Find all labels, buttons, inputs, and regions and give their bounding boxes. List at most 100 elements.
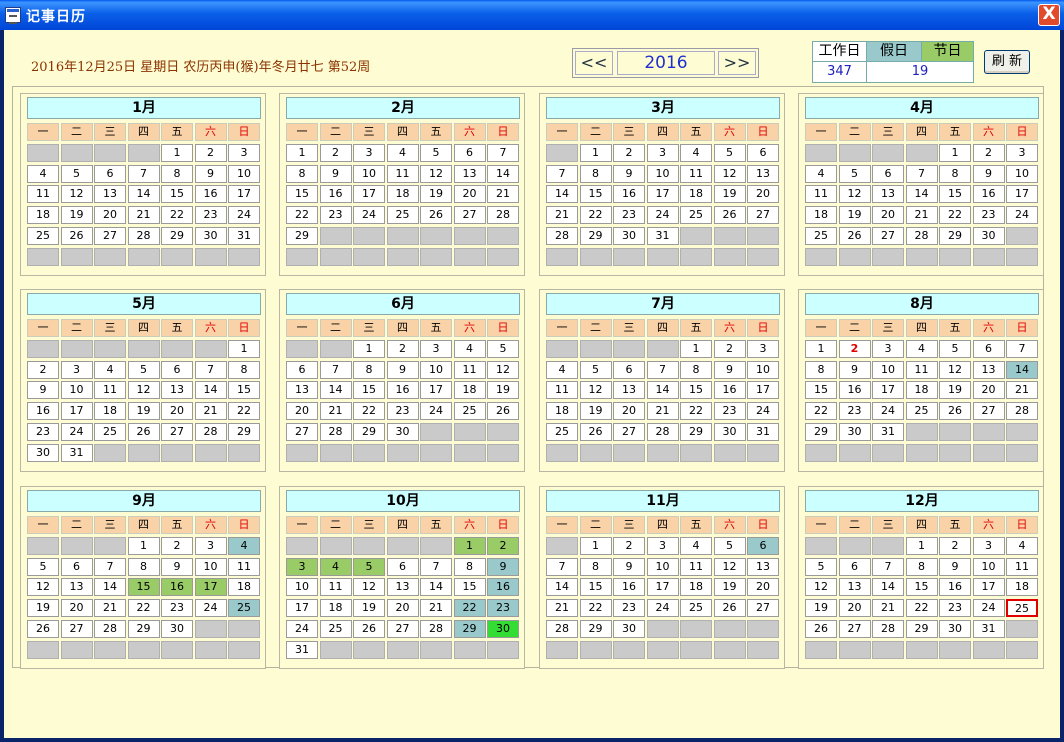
- day-cell[interactable]: 28: [194, 422, 227, 441]
- day-cell[interactable]: 18: [453, 381, 486, 400]
- day-cell[interactable]: 21: [546, 206, 578, 225]
- day-cell[interactable]: 22: [286, 206, 318, 225]
- day-cell[interactable]: 29: [228, 422, 260, 441]
- day-cell[interactable]: 3: [420, 340, 452, 358]
- day-cell[interactable]: 18: [680, 185, 712, 204]
- day-cell[interactable]: 7: [1006, 340, 1038, 358]
- day-cell[interactable]: 10: [646, 557, 679, 576]
- day-cell[interactable]: 20: [453, 185, 486, 204]
- day-cell[interactable]: 29: [805, 422, 837, 441]
- day-cell[interactable]: 18: [386, 185, 419, 204]
- day-cell[interactable]: 21: [546, 599, 578, 618]
- day-cell[interactable]: 19: [27, 599, 59, 618]
- day-cell[interactable]: 8: [579, 557, 612, 576]
- day-cell[interactable]: 7: [194, 360, 227, 379]
- day-cell[interactable]: 1: [939, 144, 971, 162]
- day-cell[interactable]: 6: [386, 557, 419, 576]
- day-cell[interactable]: 9: [319, 164, 352, 183]
- day-cell[interactable]: 3: [747, 340, 779, 358]
- day-cell[interactable]: 11: [680, 164, 712, 183]
- day-cell[interactable]: 28: [905, 226, 938, 245]
- day-cell[interactable]: 24: [60, 422, 93, 441]
- day-cell[interactable]: 22: [127, 599, 160, 618]
- day-cell[interactable]: 15: [579, 185, 612, 204]
- day-cell[interactable]: 5: [939, 340, 971, 358]
- day-cell[interactable]: 5: [713, 537, 746, 555]
- day-cell[interactable]: 26: [27, 619, 59, 638]
- day-cell[interactable]: 1: [680, 340, 712, 358]
- day-cell[interactable]: 31: [286, 640, 318, 659]
- day-cell[interactable]: 24: [420, 402, 452, 421]
- day-cell[interactable]: 8: [286, 164, 318, 183]
- day-cell[interactable]: 23: [161, 599, 193, 618]
- day-cell[interactable]: 9: [27, 381, 59, 400]
- day-cell[interactable]: 2: [194, 144, 227, 162]
- day-cell[interactable]: 11: [1006, 557, 1038, 576]
- day-cell[interactable]: 16: [319, 185, 352, 204]
- day-cell[interactable]: 15: [286, 185, 318, 204]
- day-cell[interactable]: 14: [646, 381, 679, 400]
- day-cell[interactable]: 26: [805, 619, 837, 638]
- day-cell[interactable]: 17: [646, 578, 679, 597]
- day-cell[interactable]: 11: [805, 185, 837, 204]
- day-cell[interactable]: 21: [1006, 381, 1038, 400]
- title-bar[interactable]: 记事日历 X: [0, 0, 1064, 30]
- close-button[interactable]: X: [1038, 4, 1060, 26]
- day-cell[interactable]: 2: [939, 537, 971, 555]
- day-cell[interactable]: 13: [161, 381, 193, 400]
- day-cell[interactable]: 4: [386, 144, 419, 162]
- day-cell[interactable]: 11: [546, 381, 578, 400]
- day-cell[interactable]: 12: [713, 557, 746, 576]
- day-cell[interactable]: 24: [194, 599, 227, 618]
- day-cell[interactable]: 19: [713, 185, 746, 204]
- day-cell[interactable]: 12: [127, 381, 160, 400]
- day-cell[interactable]: 25: [805, 226, 837, 245]
- day-cell[interactable]: 27: [838, 619, 871, 638]
- day-cell[interactable]: 12: [60, 185, 93, 204]
- day-cell[interactable]: 26: [420, 206, 452, 225]
- day-cell[interactable]: 26: [127, 422, 160, 441]
- day-cell[interactable]: 10: [286, 578, 318, 597]
- day-cell[interactable]: 18: [905, 381, 938, 400]
- day-cell[interactable]: 7: [127, 164, 160, 183]
- day-cell[interactable]: 2: [319, 144, 352, 162]
- day-cell[interactable]: 6: [161, 360, 193, 379]
- day-cell[interactable]: 6: [972, 340, 1005, 358]
- day-cell[interactable]: 24: [872, 402, 904, 421]
- day-cell[interactable]: 1: [579, 144, 612, 162]
- day-cell[interactable]: 26: [713, 599, 746, 618]
- day-cell[interactable]: 9: [939, 557, 971, 576]
- day-cell[interactable]: 17: [972, 578, 1005, 597]
- day-cell[interactable]: 25: [386, 206, 419, 225]
- day-cell[interactable]: 23: [319, 206, 352, 225]
- day-cell[interactable]: 20: [94, 206, 126, 225]
- day-cell[interactable]: 27: [161, 422, 193, 441]
- day-cell[interactable]: 16: [939, 578, 971, 597]
- day-cell[interactable]: 11: [94, 381, 126, 400]
- day-cell[interactable]: 11: [386, 164, 419, 183]
- day-cell[interactable]: 5: [713, 144, 746, 162]
- day-cell[interactable]: 25: [905, 402, 938, 421]
- day-cell[interactable]: 5: [353, 557, 385, 576]
- day-cell[interactable]: 22: [228, 402, 260, 421]
- day-cell[interactable]: 26: [838, 226, 871, 245]
- day-cell[interactable]: 23: [613, 206, 645, 225]
- day-cell[interactable]: 20: [747, 578, 779, 597]
- day-cell[interactable]: 3: [353, 144, 385, 162]
- day-cell[interactable]: 2: [386, 340, 419, 358]
- day-cell[interactable]: 9: [613, 557, 645, 576]
- day-cell[interactable]: 5: [579, 360, 612, 379]
- day-cell[interactable]: 28: [646, 422, 679, 441]
- day-cell[interactable]: 6: [94, 164, 126, 183]
- day-cell[interactable]: 19: [487, 381, 519, 400]
- day-cell[interactable]: 4: [905, 340, 938, 358]
- day-cell[interactable]: 3: [646, 537, 679, 555]
- day-cell[interactable]: 3: [60, 360, 93, 379]
- refresh-button[interactable]: 刷 新: [984, 50, 1030, 74]
- day-cell[interactable]: 14: [127, 185, 160, 204]
- day-cell[interactable]: 30: [27, 443, 59, 462]
- day-cell[interactable]: 30: [161, 619, 193, 638]
- day-cell[interactable]: 4: [680, 144, 712, 162]
- day-cell[interactable]: 26: [713, 206, 746, 225]
- day-cell[interactable]: 17: [420, 381, 452, 400]
